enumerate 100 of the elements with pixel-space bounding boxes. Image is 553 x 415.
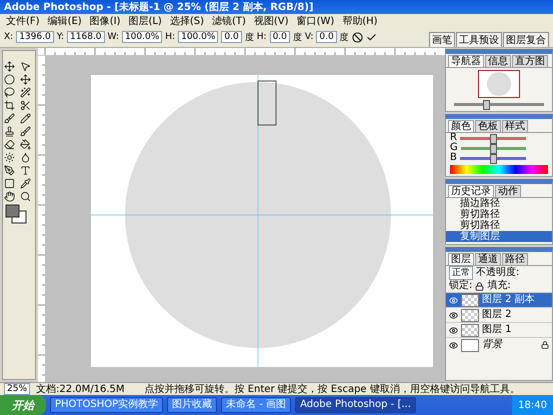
blend-mode-dropdown[interactable]: 正常 [449, 266, 473, 280]
layer-row[interactable]: 图层 1 [446, 322, 552, 337]
menu-item[interactable]: 帮助(H) [342, 14, 378, 28]
menu-item[interactable]: 视图(V) [254, 14, 289, 28]
bucket-icon[interactable] [20, 139, 31, 150]
input-field[interactable]: 100.0% [122, 31, 162, 43]
commit-icon[interactable] [366, 32, 377, 42]
eye-icon[interactable] [449, 310, 458, 320]
pencil-icon[interactable] [20, 113, 31, 124]
menu-item[interactable]: 编辑(E) [48, 14, 82, 28]
color-swatches-icon[interactable] [4, 204, 28, 224]
eye-icon[interactable] [449, 326, 458, 334]
navigator-thumbnail [478, 70, 520, 98]
unit-label: 度 [340, 32, 349, 44]
history-item[interactable]: 描边路径 [446, 198, 552, 209]
layer-row[interactable]: 图层 2 副本 [446, 292, 552, 307]
field-label: H: [256, 32, 267, 42]
stamp-icon[interactable] [4, 126, 15, 137]
channel-label: G [450, 143, 458, 153]
panel-tab[interactable]: 样式 [502, 120, 528, 132]
menu-item[interactable]: 图层(L) [128, 14, 162, 28]
layer-thumbnail [461, 324, 479, 336]
panel-tab[interactable]: 历史记录 [448, 185, 494, 197]
layer-thumbnail [461, 294, 479, 306]
menu-item[interactable]: 文件(F) [6, 14, 40, 28]
brush-icon[interactable] [20, 126, 31, 137]
cancel-icon[interactable] [352, 32, 363, 42]
channel-label: B [450, 153, 457, 163]
arrow-icon[interactable] [20, 61, 31, 72]
start-button[interactable]: 开始 [0, 395, 46, 415]
panel-tab[interactable]: 路径 [502, 253, 528, 265]
panel-tab[interactable]: 直方图 [512, 55, 548, 67]
input-field[interactable]: 0.0 [270, 31, 290, 43]
window-title: Adobe Photoshop - [未标题-1 @ 25% (图层 2 副本, RGB/8)] [4, 0, 314, 14]
panel-tab[interactable]: 颜色 [448, 120, 474, 132]
palette-tab[interactable]: 图层复合 [503, 32, 549, 47]
hand-icon[interactable] [4, 191, 15, 202]
eraser-icon[interactable] [4, 139, 15, 150]
palette-tab[interactable]: 画笔 [429, 32, 455, 47]
rectangle-icon[interactable] [4, 178, 15, 189]
transform-box[interactable] [258, 80, 276, 126]
eyedropper-icon[interactable] [20, 178, 31, 189]
menu-item[interactable]: 窗口(W) [296, 14, 334, 28]
lock-icon[interactable] [475, 282, 484, 290]
move-icon[interactable] [20, 74, 31, 85]
menu-item[interactable]: 选择(S) [170, 14, 204, 28]
layer-row[interactable]: 背景 [446, 337, 552, 352]
taskbar-button[interactable]: PHOTOSHOP实例教学 [50, 397, 164, 413]
layer-name: 图层 2 [482, 309, 513, 321]
taskbar-button[interactable]: 未命名 - 画图 [221, 397, 292, 413]
slider-thumb[interactable] [490, 134, 497, 144]
droplet-icon[interactable] [20, 152, 31, 163]
field-label: W: [108, 32, 119, 42]
layer-thumbnail [461, 338, 479, 352]
slider-thumb[interactable] [482, 100, 490, 110]
unit-label: 度 [292, 32, 302, 44]
input-field[interactable]: 0.0 [221, 31, 242, 43]
history-item[interactable]: 复制图层 [446, 231, 552, 242]
layer-row[interactable]: 图层 2 [446, 307, 552, 322]
field-label: H: [165, 32, 176, 42]
lock-label: 锁定: [449, 280, 472, 292]
text-tool-icon[interactable] [20, 165, 31, 176]
layer-name: 图层 2 副本 [482, 294, 536, 306]
clock: 18:40 [518, 400, 547, 410]
move-icon[interactable] [4, 61, 15, 72]
ellipse-icon[interactable] [4, 74, 15, 85]
panel-tab[interactable]: 导航器 [448, 55, 484, 67]
input-field[interactable]: 100.0% [178, 31, 218, 43]
color-spectrum[interactable] [450, 165, 548, 174]
crop-icon[interactable] [4, 100, 15, 111]
brush-icon[interactable] [4, 113, 15, 124]
panel-tab[interactable]: 图层 [448, 253, 474, 265]
taskbar-button[interactable]: 图片收藏 [167, 397, 218, 413]
field-label: V: [304, 32, 314, 42]
input-field[interactable]: 1168.0 [67, 31, 105, 43]
input-field[interactable]: 1396.0 [16, 31, 54, 43]
status-hint: 点按并拖移可旋转。按 Enter 键提交，按 Escape 键取消，用空格键访问导航工具。 [144, 382, 520, 396]
channel-label: R [450, 133, 457, 143]
zoom-field[interactable]: 25% [4, 383, 30, 395]
slider-thumb[interactable] [490, 144, 498, 154]
panel-tab[interactable]: 信息 [485, 55, 511, 67]
pen-icon[interactable] [4, 165, 15, 176]
menu-item[interactable]: 滤镜(T) [212, 14, 246, 28]
unit-label: 度 [244, 32, 254, 44]
wand-icon[interactable] [20, 87, 31, 98]
slider-thumb[interactable] [490, 154, 497, 164]
panel-tab[interactable]: 色板 [475, 120, 501, 132]
eye-icon[interactable] [449, 340, 458, 350]
input-field[interactable]: 0.0 [316, 31, 337, 43]
lasso-icon[interactable] [4, 87, 15, 98]
panel-tab[interactable]: 动作 [495, 185, 521, 197]
scissors-icon[interactable] [20, 100, 31, 111]
sun-icon[interactable] [4, 152, 15, 163]
menu-item[interactable]: 图像(I) [90, 14, 120, 28]
taskbar-button[interactable]: Adobe Photoshop - [... [295, 397, 416, 413]
palette-tab[interactable]: 工具预设 [456, 32, 502, 47]
history-item[interactable]: 剪切路径 [446, 220, 552, 231]
history-item[interactable]: 剪切路径 [446, 209, 552, 220]
zoom-icon[interactable] [20, 191, 31, 202]
panel-tab[interactable]: 通道 [475, 253, 501, 265]
